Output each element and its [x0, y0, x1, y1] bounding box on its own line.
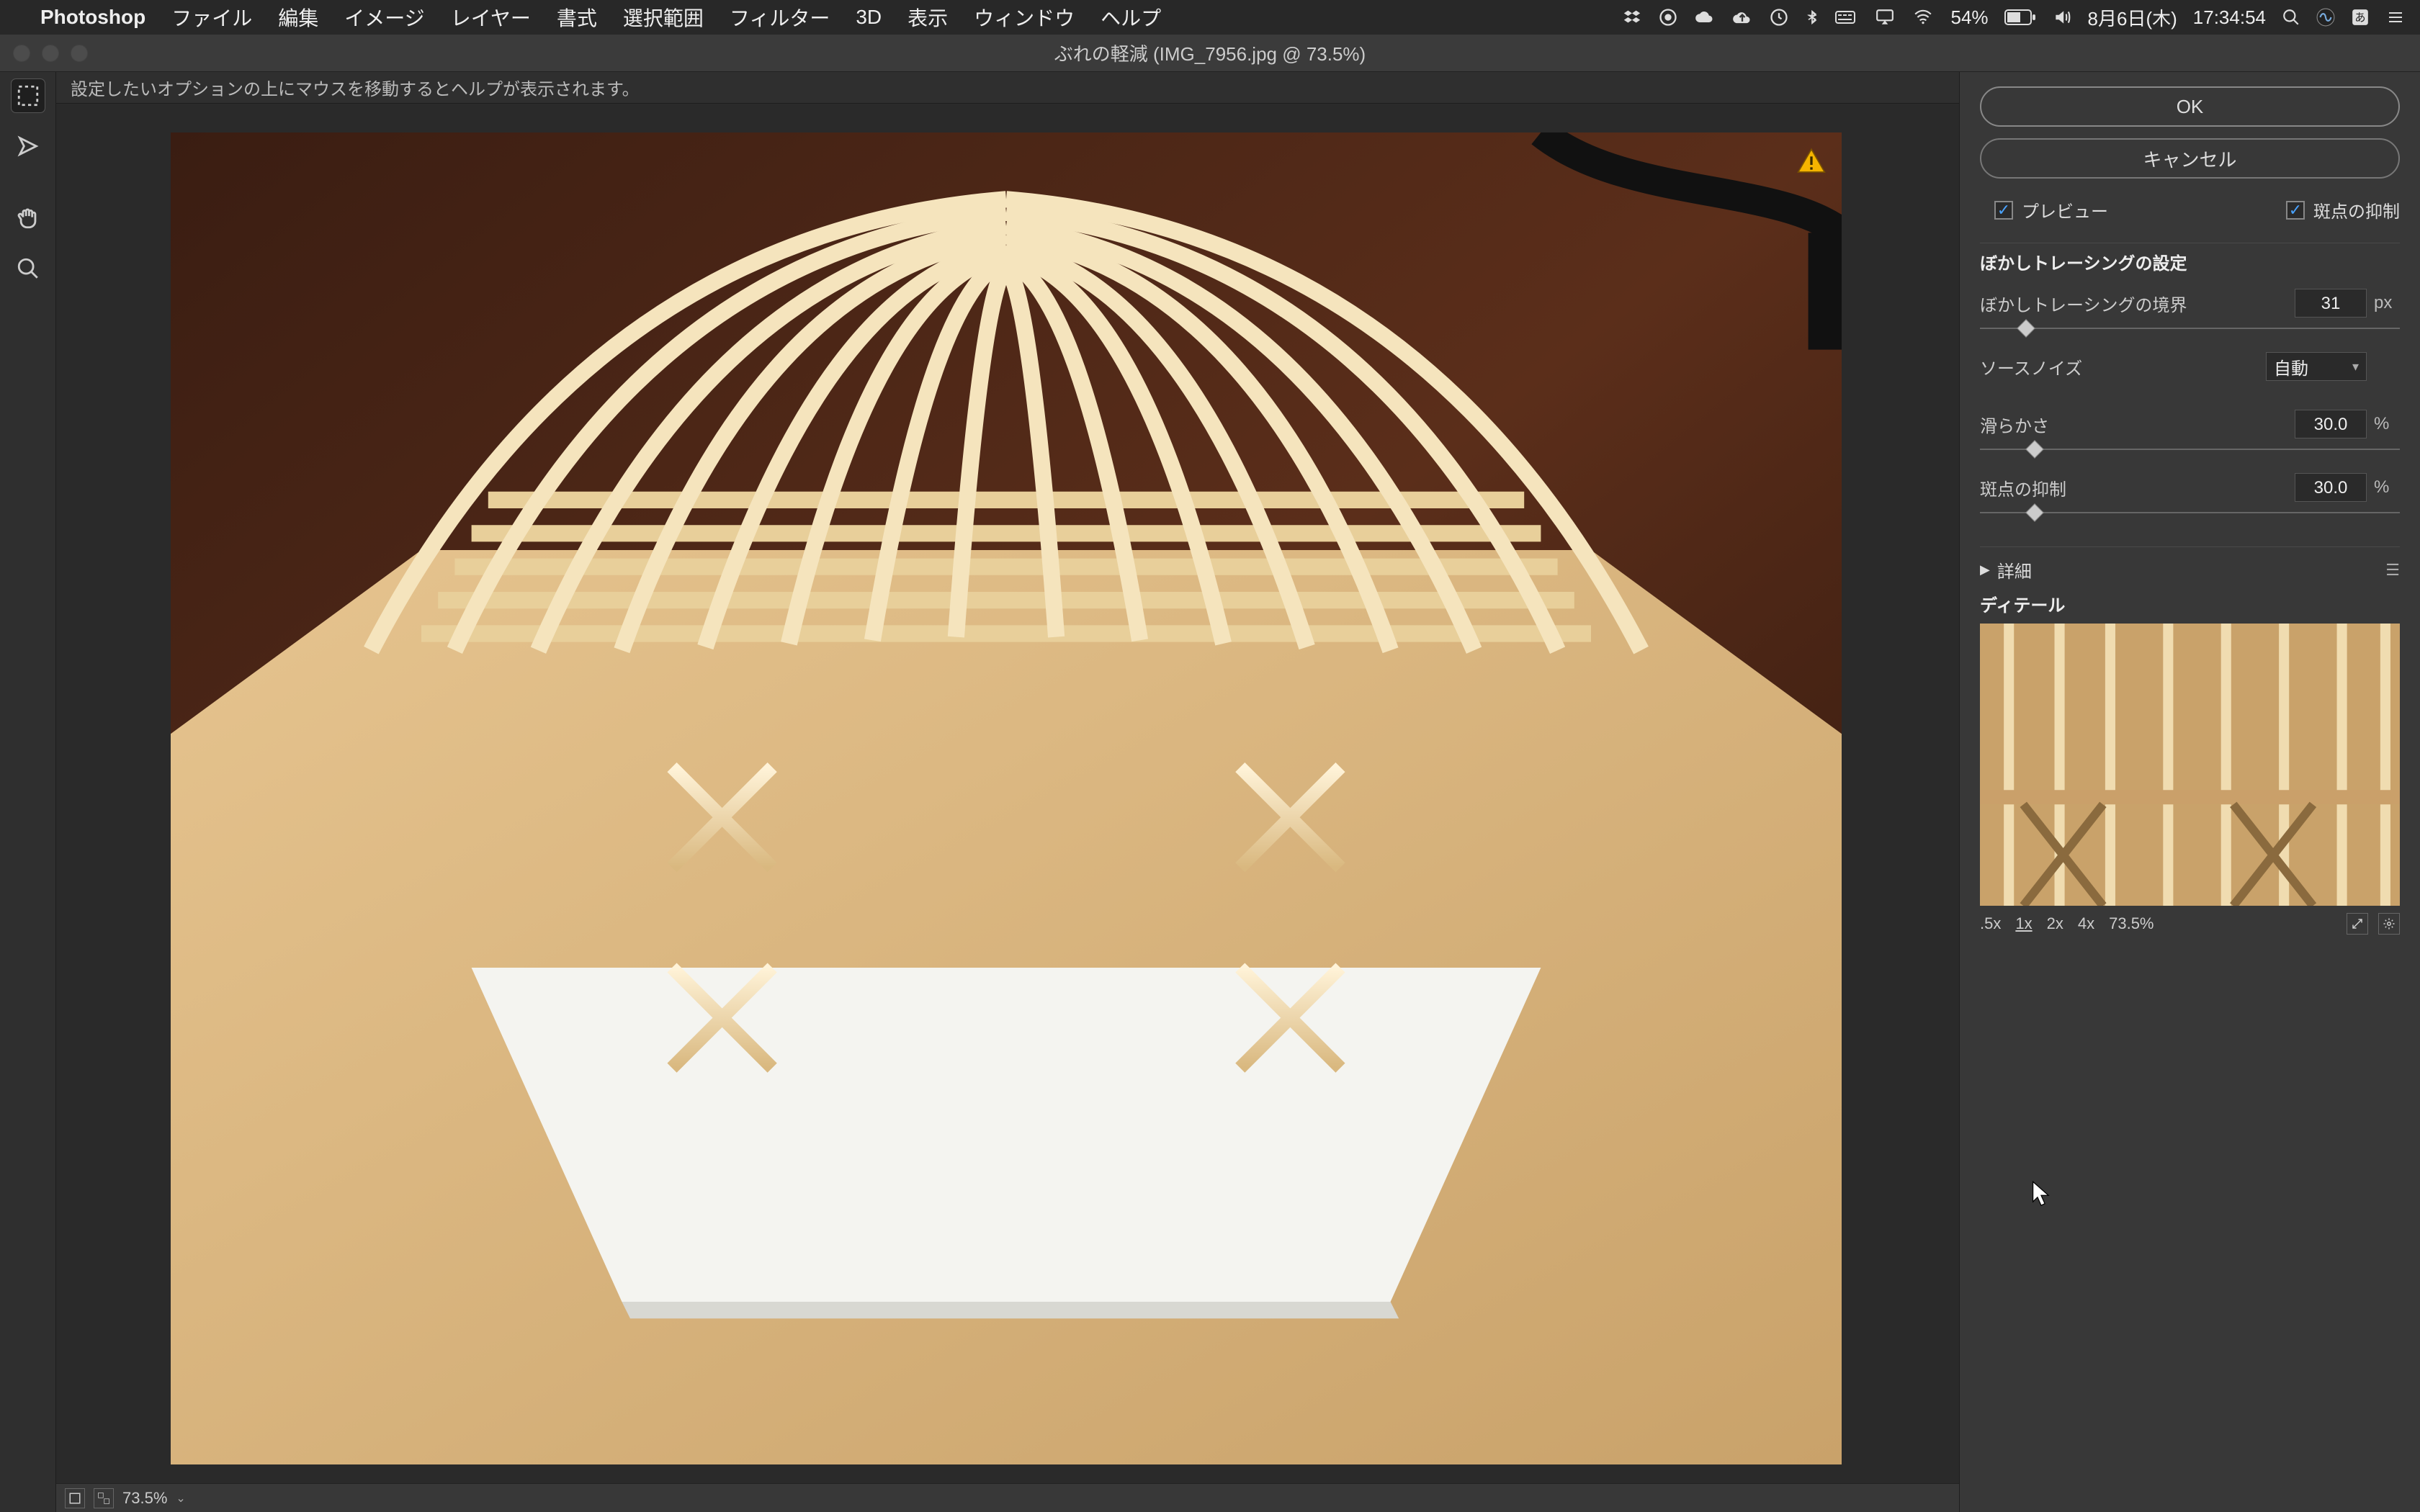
trace-bounds-slider[interactable] — [1980, 322, 2400, 335]
zoom-half[interactable]: .5x — [1980, 914, 2001, 933]
advanced-label[interactable]: 詳細 — [1997, 557, 2032, 582]
svg-text:あ: あ — [2354, 12, 2365, 24]
input-source-icon[interactable]: あ — [2351, 8, 2370, 27]
menu-window[interactable]: ウィンドウ — [974, 3, 1075, 32]
minimize-window-icon[interactable] — [42, 45, 59, 62]
siri-icon[interactable] — [2316, 8, 2335, 27]
app-name[interactable]: Photoshop — [40, 6, 145, 29]
undock-loupe-icon[interactable] — [2347, 913, 2368, 935]
canvas-status-bar: 73.5% ⌄ — [56, 1483, 1959, 1512]
menu-3d[interactable]: 3D — [856, 6, 882, 29]
wifi-icon[interactable] — [1912, 8, 1935, 27]
zoom-tool[interactable] — [12, 252, 45, 285]
ok-button[interactable]: OK — [1980, 86, 2400, 127]
mouse-cursor-icon — [2032, 1181, 2051, 1208]
zoom-4x[interactable]: 4x — [2078, 914, 2094, 933]
window-controls[interactable] — [13, 45, 88, 62]
bluetooth-icon[interactable] — [1805, 7, 1819, 27]
smoothness-slider[interactable] — [1980, 443, 2400, 456]
menu-file[interactable]: ファイル — [171, 3, 252, 32]
zoom-current[interactable]: 73.5% — [2109, 914, 2154, 933]
preview-image — [171, 132, 1842, 1464]
menu-filter[interactable]: フィルター — [730, 3, 830, 32]
dropbox-icon[interactable] — [1622, 7, 1642, 27]
disclosure-triangle-icon[interactable]: ▶ — [1980, 562, 1990, 577]
menubar-time[interactable]: 17:34:54 — [2193, 6, 2266, 29]
detail-loupe[interactable] — [1980, 624, 2400, 906]
volume-icon[interactable] — [2052, 8, 2072, 27]
zoom-1x[interactable]: 1x — [2015, 914, 2032, 933]
left-toolbar — [0, 72, 56, 1512]
trace-bounds-unit: px — [2367, 293, 2400, 313]
options-hint: 設定したいオプションの上にマウスを移動するとヘルプが表示されます。 — [71, 75, 640, 100]
detail-section-title: ディテール — [1980, 585, 2400, 624]
actual-pixels-icon[interactable] — [94, 1488, 114, 1508]
source-noise-label: ソースノイズ — [1980, 354, 2266, 379]
window-titlebar: ぶれの軽減 (IMG_7956.jpg @ 73.5%) — [0, 35, 2420, 72]
canvas-zoom-value[interactable]: 73.5% — [122, 1489, 167, 1508]
timemachine-icon[interactable] — [1769, 7, 1789, 27]
trace-bounds-label: ぼかしトレーシングの境界 — [1980, 291, 2295, 316]
checkbox-icon[interactable] — [1994, 201, 2013, 220]
shake-reduction-panel: OK キャンセル プレビュー 斑点の抑制 ぼかしトレーシングの設定 ぼかしトレー… — [1959, 72, 2420, 1512]
hand-tool[interactable] — [12, 202, 45, 235]
battery-icon[interactable] — [2004, 9, 2036, 25]
fit-screen-icon[interactable] — [65, 1488, 85, 1508]
menu-select[interactable]: 選択範囲 — [623, 3, 704, 32]
menu-hamburger-icon[interactable] — [2385, 9, 2406, 26]
smoothness-unit: % — [2367, 414, 2400, 434]
battery-percent: 54% — [1950, 6, 1988, 29]
zoom-dropdown-icon[interactable]: ⌄ — [176, 1491, 185, 1506]
menu-help[interactable]: ヘルプ — [1101, 3, 1161, 32]
window-title: ぶれの軽減 (IMG_7956.jpg @ 73.5%) — [1054, 40, 1366, 66]
artifact-unit: % — [2367, 477, 2400, 498]
macos-menubar: Photoshop ファイル 編集 イメージ レイヤー 書式 選択範囲 フィルタ… — [0, 0, 2420, 35]
preview-checkbox-label: プレビュー — [2022, 197, 2108, 222]
checkbox-icon[interactable] — [2286, 201, 2305, 220]
cloud-upload-icon[interactable] — [1731, 7, 1753, 27]
menu-layer[interactable]: レイヤー — [451, 3, 531, 32]
preview-canvas[interactable] — [171, 132, 1842, 1464]
direction-tool[interactable] — [12, 130, 45, 163]
artifact-checkbox-label: 斑点の抑制 — [2313, 197, 2400, 222]
trace-bounds-input[interactable]: 31 — [2295, 289, 2367, 318]
source-noise-select[interactable]: 自動 — [2266, 352, 2367, 381]
spotlight-icon[interactable] — [2282, 8, 2300, 27]
artifact-label: 斑点の抑制 — [1980, 475, 2295, 500]
smoothness-input[interactable]: 30.0 — [2295, 410, 2367, 438]
zoom-2x[interactable]: 2x — [2047, 914, 2063, 933]
artifact-suppression-checkbox[interactable]: 斑点の抑制 — [2286, 197, 2400, 222]
menu-view[interactable]: 表示 — [908, 3, 948, 32]
preview-checkbox[interactable]: プレビュー — [1994, 197, 2108, 222]
close-window-icon[interactable] — [13, 45, 30, 62]
keyboard-battery-icon[interactable] — [1835, 9, 1858, 26]
menubar-date[interactable]: 8月6日(木) — [2088, 4, 2177, 31]
airplay-icon[interactable] — [1874, 8, 1896, 27]
menu-edit[interactable]: 編集 — [278, 3, 318, 32]
cloud-icon[interactable] — [1694, 7, 1716, 27]
status-dot-icon[interactable] — [1658, 7, 1678, 27]
blur-trace-section-title: ぼかしトレーシングの設定 — [1980, 243, 2400, 284]
loupe-settings-icon[interactable] — [2378, 913, 2400, 935]
artifact-slider[interactable] — [1980, 506, 2400, 519]
smoothness-label: 滑らかさ — [1980, 412, 2295, 437]
artifact-input[interactable]: 30.0 — [2295, 473, 2367, 502]
blur-estimation-tool[interactable] — [12, 79, 45, 112]
zoom-window-icon[interactable] — [71, 45, 88, 62]
options-bar: 設定したいオプションの上にマウスを移動するとヘルプが表示されます。 — [56, 72, 1959, 104]
panel-menu-icon[interactable]: ☰ — [2385, 561, 2400, 580]
menu-image[interactable]: イメージ — [344, 3, 424, 32]
menu-type[interactable]: 書式 — [557, 3, 597, 32]
cancel-button[interactable]: キャンセル — [1980, 138, 2400, 179]
warning-icon[interactable] — [1796, 147, 1827, 176]
source-noise-value: 自動 — [2274, 354, 2308, 379]
